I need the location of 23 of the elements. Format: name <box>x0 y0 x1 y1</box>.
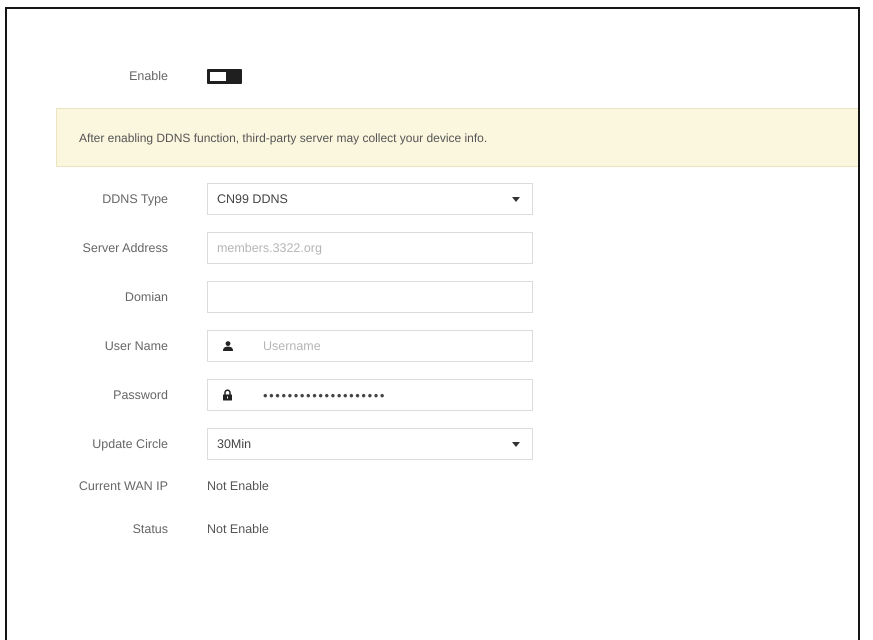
field-label: Enable <box>129 69 168 83</box>
field-label: Server Address <box>82 241 168 255</box>
username-field[interactable]: Username <box>207 330 533 362</box>
password-field[interactable]: •••••••••••••••••••• <box>207 379 533 411</box>
status-value: Not Enable <box>207 479 269 493</box>
user-icon <box>223 341 233 351</box>
field-label: Update Circle <box>92 437 168 451</box>
enable-toggle[interactable] <box>207 68 242 84</box>
text-field[interactable]: members.3322.org <box>207 232 533 264</box>
field-label: Password <box>113 388 168 402</box>
caret-icon <box>512 442 520 446</box>
field-label: User Name <box>104 339 168 353</box>
field-label: Status <box>132 522 168 536</box>
dropdown[interactable]: 30Min <box>207 428 533 460</box>
dropdown[interactable]: CN99 DDNS <box>207 183 533 215</box>
field-label: DDNS Type <box>102 192 168 206</box>
text-field[interactable] <box>207 281 533 313</box>
lock-icon <box>223 390 232 400</box>
notice-text: After enabling DDNS function, third-party server may collect your device info. <box>79 130 488 144</box>
status-value: Not Enable <box>207 522 269 536</box>
field-label: Current WAN IP <box>78 479 168 493</box>
caret-icon <box>512 196 520 202</box>
field-label: Domian <box>124 290 168 304</box>
